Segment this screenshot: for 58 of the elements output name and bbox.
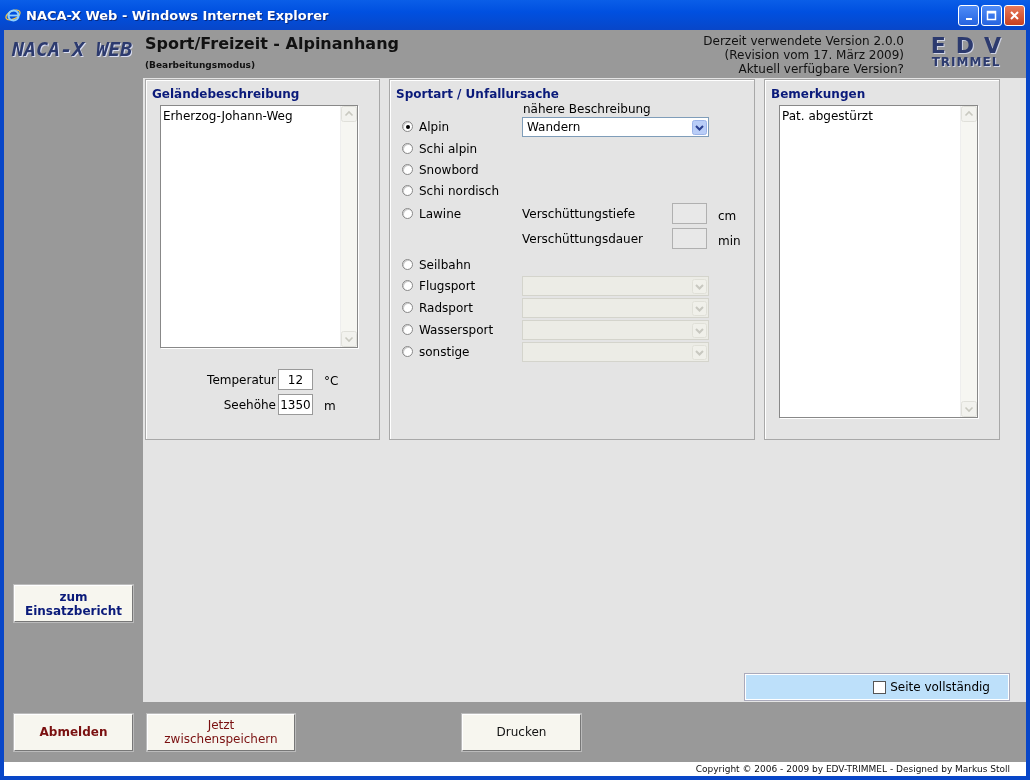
- logout-button[interactable]: Abmelden: [14, 713, 133, 751]
- text-area[interactable]: Pat. abgestürzt: [779, 105, 978, 418]
- minimize-button[interactable]: [958, 4, 979, 26]
- brand-logo-text: EDV: [930, 36, 1012, 56]
- radio-label[interactable]: Seilbahn: [419, 257, 471, 272]
- unit-label: °C: [323, 373, 340, 388]
- radio-button[interactable]: [402, 185, 413, 196]
- radio-label[interactable]: Lawine: [419, 206, 462, 221]
- version-link[interactable]: Aktuell verfügbare Version?: [738, 62, 904, 76]
- field-label: Seehöhe: [222, 397, 277, 412]
- input-field[interactable]: 1350: [278, 394, 313, 415]
- radio-button[interactable]: [402, 208, 413, 219]
- report-button[interactable]: zum Einsatzbericht: [14, 585, 133, 622]
- input-field[interactable]: [672, 203, 707, 224]
- radio-button[interactable]: [402, 164, 413, 175]
- unit-label: cm: [717, 207, 738, 223]
- section-heading: Geländebeschreibung: [152, 87, 301, 101]
- unit-label: min: [717, 232, 742, 248]
- page-title: Sport/Freizeit - Alpinanhang: [145, 34, 400, 53]
- section-heading: Sportart / Unfallursache: [396, 87, 560, 101]
- radio-button[interactable]: [402, 143, 413, 154]
- mode-label: (Bearbeitungsmodus): [145, 60, 257, 70]
- caret-icon: [692, 278, 707, 294]
- radio-label[interactable]: Alpin: [419, 119, 450, 134]
- radio-label[interactable]: Schi nordisch: [419, 183, 500, 198]
- field-label: Verschüttungstiefe: [522, 206, 637, 221]
- field-label: Temperatur: [206, 372, 277, 387]
- unit-label: m: [323, 398, 337, 413]
- radio-button[interactable]: [402, 259, 413, 270]
- text-area[interactable]: Erherzog-Johann-Weg: [160, 105, 358, 348]
- window-title: NACA-X Web - Windows Internet Explorer: [26, 7, 330, 23]
- caret-icon: [692, 119, 707, 135]
- print-button[interactable]: Drucken: [462, 713, 581, 751]
- radio-button[interactable]: [402, 121, 413, 132]
- close-icon: [1009, 9, 1020, 21]
- close-button[interactable]: [1004, 4, 1025, 26]
- column-heading: nähere Beschreibung: [523, 102, 652, 116]
- radio-label[interactable]: Schi alpin: [419, 141, 478, 156]
- browser-icon: [5, 7, 21, 23]
- maximize-icon: [986, 9, 997, 21]
- radio-label[interactable]: Snowbord: [419, 162, 479, 177]
- caret-icon: [692, 300, 707, 316]
- input-field[interactable]: 12: [278, 369, 313, 390]
- caret-icon: [692, 344, 707, 360]
- checkbox[interactable]: [873, 680, 887, 694]
- field-label: Verschüttungsdauer: [522, 231, 645, 246]
- maximize-button[interactable]: [981, 4, 1002, 26]
- input-field[interactable]: [672, 228, 707, 249]
- copyright-text: Copyright © 2006 - 2009 by EDV-TRIMMEL - Designed by Markus Stoll: [4, 762, 1026, 776]
- app-logo: NACA-X WEB: [12, 37, 134, 61]
- minimize-icon: [965, 17, 972, 20]
- version-info: (Revision vom 17. März 2009): [724, 48, 904, 62]
- section-heading: Bemerkungen: [771, 87, 867, 101]
- brand-logo-text: TRIMMEL: [931, 56, 1001, 68]
- version-info: Derzeit verwendete Version 2.0.0: [703, 34, 904, 48]
- dropdown[interactable]: Wandern: [522, 117, 709, 137]
- caret-icon: [692, 322, 707, 338]
- save-button[interactable]: Jetzt zwischenspeichern: [147, 713, 295, 751]
